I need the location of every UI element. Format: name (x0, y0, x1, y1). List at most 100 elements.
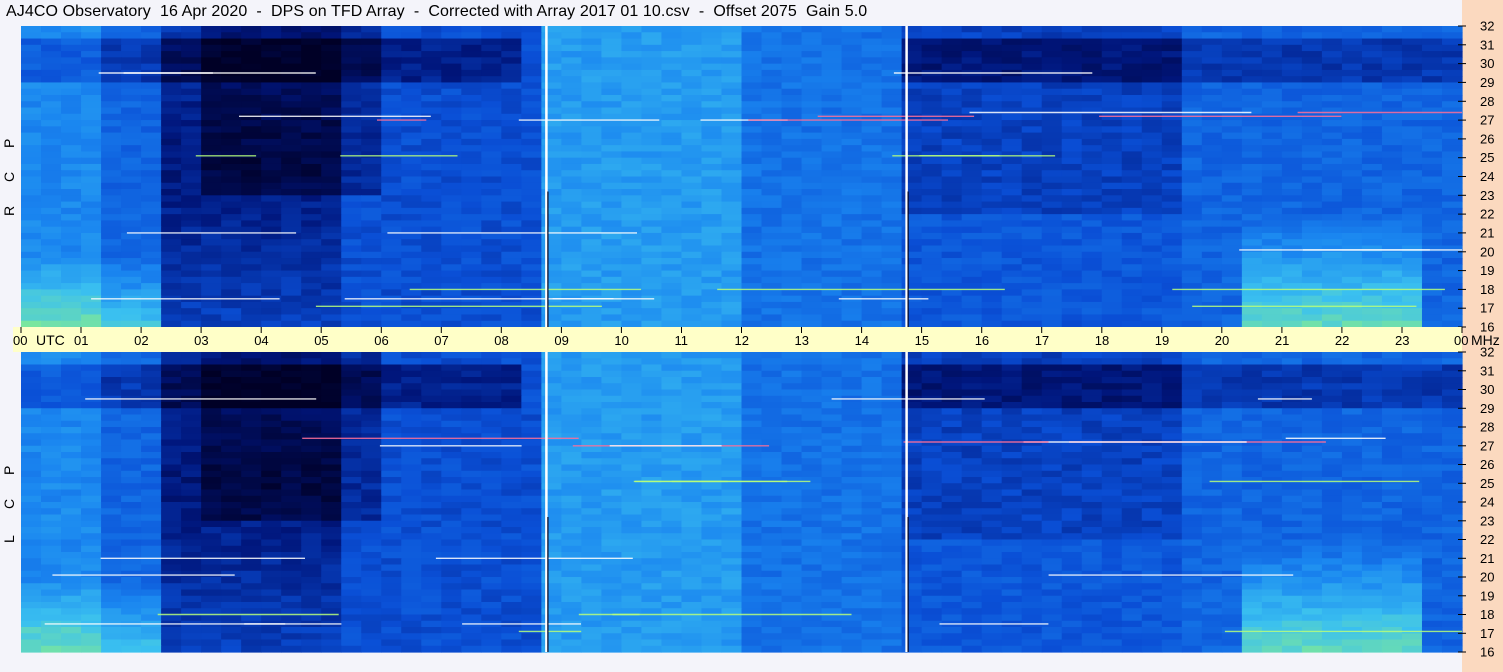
heatmap-cell (781, 445, 803, 453)
heatmap-cell (621, 414, 643, 422)
heatmap-cell (101, 94, 122, 102)
heatmap-cell (741, 395, 763, 403)
heatmap-cell (1061, 276, 1083, 284)
heatmap-cell (1321, 63, 1343, 71)
heatmap-cell (1261, 420, 1283, 428)
heatmap-cell (661, 383, 683, 391)
heatmap-cell (1361, 251, 1383, 259)
heatmap-cell (1181, 295, 1203, 303)
heatmap-cell (41, 358, 62, 366)
heatmap-cell (161, 132, 182, 140)
heatmap-cell (181, 289, 202, 297)
heatmap-cell (1181, 132, 1203, 140)
heatmap-cell (841, 402, 863, 409)
heatmap-cell (181, 358, 202, 366)
heatmap-cell (1261, 301, 1283, 309)
heatmap-cell (981, 402, 1003, 409)
heatmap-cell (161, 389, 182, 397)
heatmap-cell (901, 88, 923, 96)
heatmap-cell (221, 163, 242, 171)
heatmap-cell (581, 264, 602, 272)
heatmap-cell (921, 57, 943, 65)
heatmap-cell (1101, 258, 1123, 265)
heatmap-cell (341, 245, 362, 253)
heatmap-cell (241, 258, 262, 265)
heatmap-cell (1381, 383, 1403, 391)
heatmap-cell (461, 270, 482, 278)
heatmap-cell (301, 113, 322, 121)
heatmap-cell (1021, 138, 1043, 146)
heatmap-cell (101, 370, 122, 378)
heatmap-cell (101, 182, 122, 190)
heatmap-cell (421, 458, 442, 466)
heatmap-cell (221, 145, 242, 153)
heatmap-cell (21, 226, 42, 234)
heatmap-cell (81, 38, 102, 46)
heatmap-cell (1321, 76, 1343, 84)
heatmap-cell (1141, 76, 1163, 84)
heatmap-cell (581, 314, 602, 322)
heatmap-cell (61, 195, 82, 203)
heatmap-cell (141, 76, 162, 84)
lcp-spectrogram-panel: 3231302928272625242322212019181716 (21, 345, 1494, 660)
heatmap-cell (1281, 32, 1303, 40)
heatmap-cell (241, 464, 262, 472)
heatmap-cell (521, 320, 542, 328)
heatmap-cell (361, 258, 382, 265)
heatmap-cell (1401, 32, 1423, 40)
heatmap-cell (801, 414, 823, 422)
heatmap-cell (601, 245, 623, 253)
heatmap-cell (1421, 63, 1443, 71)
heatmap-cell (81, 414, 102, 422)
heatmap-cell (601, 377, 623, 384)
heatmap-cell (681, 295, 703, 303)
heatmap-cell (381, 377, 402, 384)
heatmap-cell (1301, 88, 1323, 96)
heatmap-cell (21, 245, 42, 253)
heatmap-cell (461, 57, 482, 65)
heatmap-cell (241, 113, 262, 121)
heatmap-cell (861, 383, 883, 391)
heatmap-cell (821, 352, 843, 359)
heatmap-cell (521, 101, 542, 109)
heatmap-cell (501, 76, 522, 84)
heatmap-cell (441, 239, 462, 247)
heatmap-cell (61, 214, 82, 221)
heatmap-cell (121, 301, 142, 309)
heatmap-cell (1241, 414, 1263, 422)
heatmap-cell (1241, 170, 1263, 178)
heatmap-cell (741, 151, 763, 159)
heatmap-cell (601, 88, 623, 96)
heatmap-cell (701, 470, 723, 478)
heatmap-cell (1401, 82, 1423, 90)
heatmap-cell (1281, 151, 1303, 159)
heatmap-cell (1161, 370, 1183, 378)
heatmap-cell (1381, 264, 1403, 272)
heatmap-cell (401, 76, 422, 84)
heatmap-cell (1441, 427, 1463, 434)
heatmap-cell (521, 251, 542, 259)
heatmap-cell (401, 420, 422, 428)
heatmap-cell (101, 107, 122, 115)
heatmap-cell (821, 51, 843, 58)
heatmap-cell (701, 138, 723, 146)
heatmap-cell (1141, 101, 1163, 109)
heatmap-cell (841, 57, 863, 65)
heatmap-cell (221, 207, 242, 215)
heatmap-cell (1241, 157, 1263, 165)
heatmap-cell (861, 420, 883, 428)
heatmap-cell (401, 57, 422, 65)
heatmap-cell (1241, 270, 1263, 278)
heatmap-cell (1381, 389, 1403, 397)
heatmap-cell (341, 195, 362, 203)
heatmap-cell (1241, 258, 1263, 265)
heatmap-cell (861, 51, 883, 58)
heatmap-cell (861, 402, 883, 409)
heatmap-cell (521, 433, 542, 441)
heatmap-cell (941, 295, 963, 303)
heatmap-cell (781, 44, 803, 52)
heatmap-cell (301, 51, 322, 58)
heatmap-cell (241, 157, 262, 165)
heatmap-cell (1181, 107, 1203, 115)
heatmap-cell (261, 107, 282, 115)
